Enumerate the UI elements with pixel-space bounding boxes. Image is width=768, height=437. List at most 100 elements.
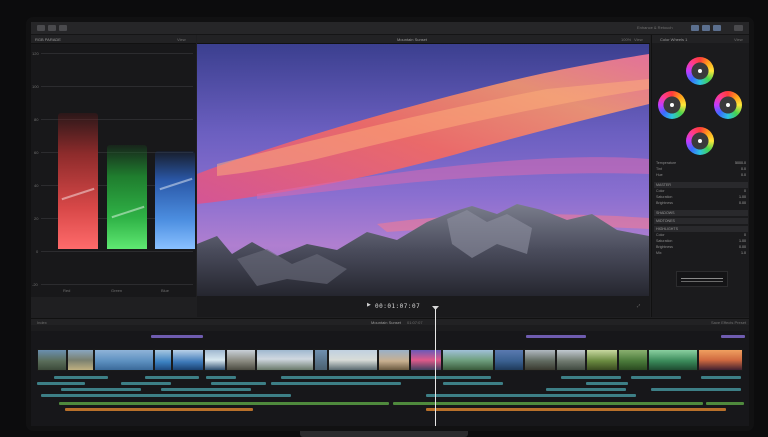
audio-clip[interactable] (37, 382, 85, 385)
wheel-puck[interactable] (698, 139, 702, 143)
channel-label-blue: Blue (161, 288, 170, 293)
rgb-parade-graph (41, 53, 195, 285)
title-clip[interactable] (151, 335, 203, 338)
viewer-zoom[interactable]: 100% (621, 37, 631, 42)
timecode-display[interactable]: 00:01:07:07 (375, 303, 420, 310)
video-clip[interactable] (226, 349, 256, 371)
shadows-color-wheel[interactable] (658, 91, 686, 119)
import-button[interactable] (37, 25, 45, 31)
timeline[interactable] (31, 331, 749, 426)
scale-label: 80 (34, 117, 39, 122)
param-row[interactable]: Brightness 0.00 (656, 201, 746, 207)
midtones-section-header[interactable]: MIDTONES (654, 218, 748, 224)
video-clip[interactable] (648, 349, 698, 371)
video-clip[interactable] (494, 349, 524, 371)
video-clip[interactable] (586, 349, 618, 371)
audio-clip[interactable] (426, 394, 636, 397)
audio-clip[interactable] (561, 376, 621, 379)
video-clip[interactable] (618, 349, 648, 371)
app-window: Enhance & Retouch RGB PARADE View 120 10… (31, 22, 749, 426)
viewer-panel: Mountain Sunset 100% View ▶ 00:01:07:07 … (197, 35, 650, 317)
audio-clip[interactable] (443, 382, 503, 385)
video-clip[interactable] (256, 349, 314, 371)
wheel-puck[interactable] (670, 103, 674, 107)
channel-label-red: Red (63, 288, 71, 293)
scale-label: 20 (34, 216, 39, 221)
timeline-toggle-button[interactable] (702, 25, 710, 31)
video-clip[interactable] (204, 349, 226, 371)
audio-clip[interactable] (121, 382, 171, 385)
playhead[interactable] (435, 309, 436, 426)
video-clip[interactable] (698, 349, 743, 371)
playback-bar: ▶ 00:01:07:07 ⤢ (197, 297, 650, 316)
video-clip[interactable] (328, 349, 378, 371)
video-clip[interactable] (172, 349, 204, 371)
scale-label: 60 (34, 150, 39, 155)
inspector-header: Color Wheels 1 View (652, 35, 749, 43)
video-frame[interactable] (197, 44, 649, 296)
master-color-wheel[interactable] (686, 57, 714, 85)
audio-clip[interactable] (586, 382, 628, 385)
audio-clip[interactable] (651, 388, 741, 391)
title-clip[interactable] (721, 335, 745, 338)
green-channel-waveform (107, 145, 147, 249)
channel-label-green: Green (111, 288, 123, 293)
workspace-label: Enhance & Retouch (637, 25, 673, 30)
audio-clip[interactable] (271, 382, 401, 385)
video-clip[interactable] (442, 349, 494, 371)
share-button[interactable] (734, 25, 743, 31)
scale-label: 120 (32, 51, 39, 56)
wheel-puck[interactable] (726, 103, 730, 107)
shadows-section-header[interactable]: SHADOWS (654, 210, 748, 216)
red-channel-waveform (58, 113, 98, 249)
video-clip[interactable] (94, 349, 154, 371)
inspector-view-menu[interactable]: View (734, 37, 743, 42)
audio-clip[interactable] (631, 376, 681, 379)
video-clip[interactable] (314, 349, 328, 371)
highlights-color-wheel[interactable] (686, 127, 714, 155)
wheel-puck[interactable] (698, 69, 702, 73)
curve-preview[interactable] (676, 271, 728, 287)
audio-clip[interactable] (701, 376, 741, 379)
midtones-color-wheel[interactable] (714, 91, 742, 119)
audio-clip[interactable] (546, 388, 626, 391)
keyword-button[interactable] (48, 25, 56, 31)
title-clip[interactable] (526, 335, 586, 338)
video-clip[interactable] (556, 349, 586, 371)
inspector-title: Color Wheels 1 (660, 37, 688, 42)
master-section-header[interactable]: MASTER (654, 182, 748, 188)
video-clip[interactable] (37, 349, 67, 371)
fullscreen-icon[interactable]: ⤢ (637, 303, 640, 308)
scopes-header: RGB PARADE View (31, 35, 196, 44)
color-inspector-panel: Color Wheels 1 View Temperature 5000.0 T… (651, 35, 749, 317)
param-row[interactable]: Hue 0.0 (656, 173, 746, 179)
display-stand (300, 431, 468, 437)
audio-clip[interactable] (706, 402, 744, 405)
audio-clip[interactable] (145, 376, 199, 379)
video-clip[interactable] (378, 349, 410, 371)
audio-clip[interactable] (54, 376, 108, 379)
video-clip[interactable] (524, 349, 556, 371)
audio-clip[interactable] (206, 376, 236, 379)
video-clip[interactable] (154, 349, 172, 371)
audio-clip[interactable] (281, 376, 491, 379)
audio-clip[interactable] (211, 382, 266, 385)
audio-clip[interactable] (393, 402, 703, 405)
audio-clip[interactable] (59, 402, 389, 405)
param-row[interactable]: Mix 1.0 (656, 251, 746, 257)
audio-clip[interactable] (41, 394, 291, 397)
audio-clip[interactable] (161, 388, 251, 391)
scale-label: -20 (32, 282, 38, 287)
audio-clip[interactable] (61, 388, 141, 391)
analyze-button[interactable] (59, 25, 67, 31)
music-clip[interactable] (426, 408, 726, 411)
browser-toggle-button[interactable] (691, 25, 699, 31)
play-icon[interactable]: ▶ (367, 303, 371, 308)
video-clip[interactable] (67, 349, 94, 371)
music-clip[interactable] (65, 408, 253, 411)
scope-view-menu[interactable]: View (177, 37, 186, 42)
highlights-section-header[interactable]: HIGHLIGHTS (654, 226, 748, 232)
inspector-toggle-button[interactable] (713, 25, 721, 31)
video-clip[interactable] (410, 349, 442, 371)
viewer-view-menu[interactable]: View (634, 37, 643, 42)
